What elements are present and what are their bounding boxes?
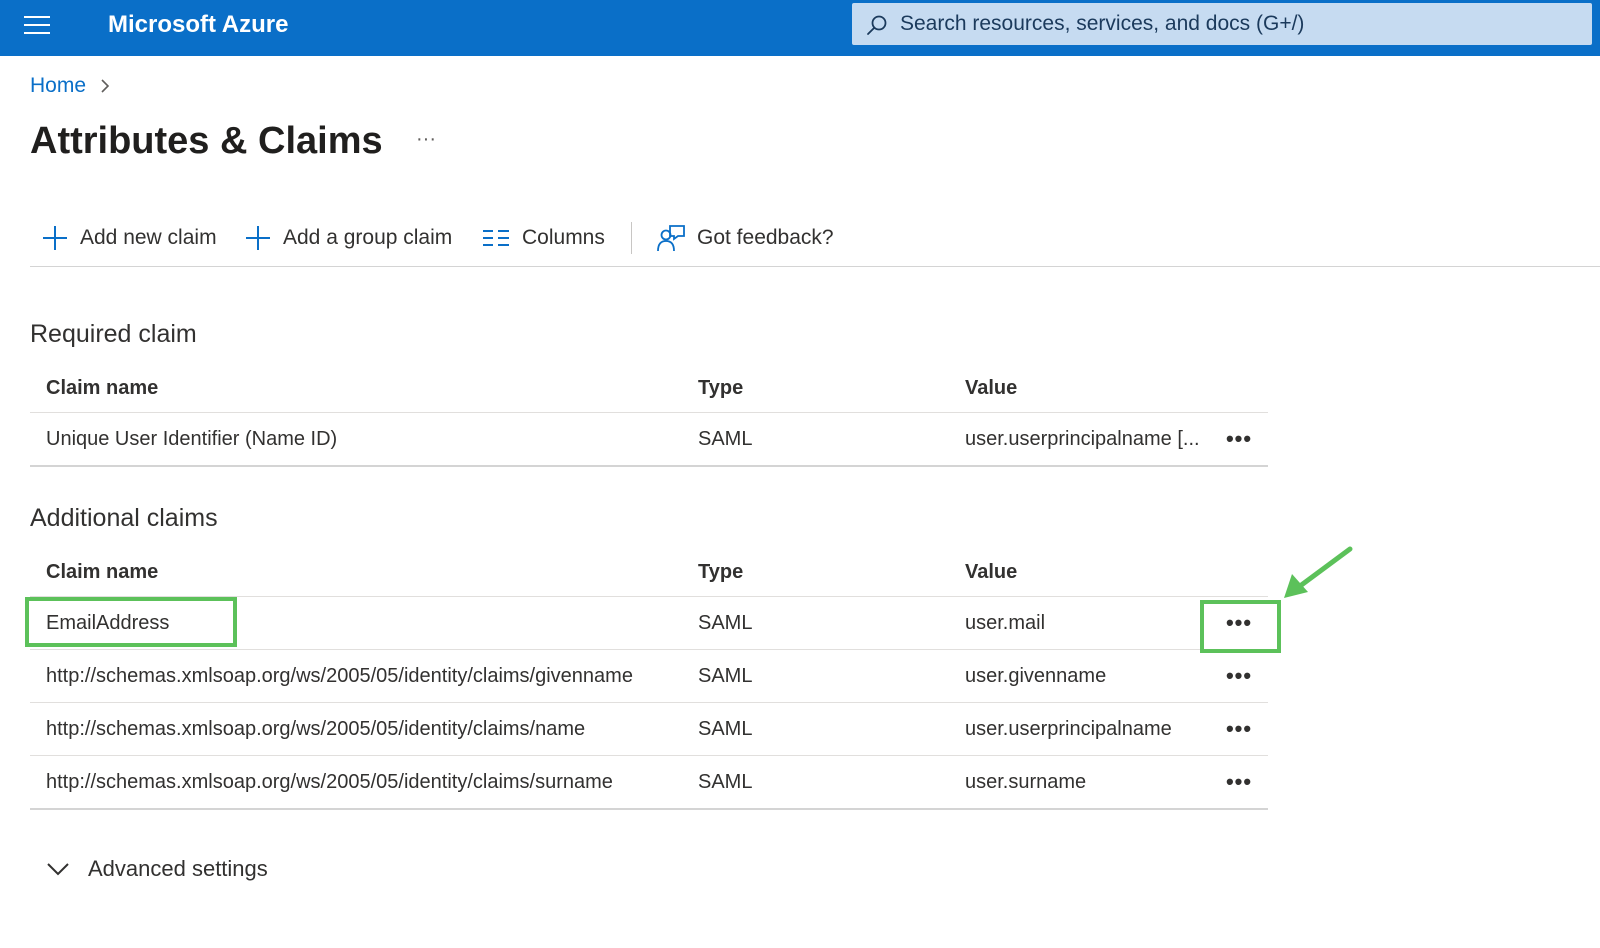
breadcrumb: Home [30,72,110,100]
claim-value: user.userprincipalname [965,717,1172,740]
claim-value: user.mail [965,611,1046,634]
column-header-type[interactable]: Type [698,364,743,412]
column-header-value[interactable]: Value [965,364,1017,412]
plus-icon [43,226,67,250]
column-header-type[interactable]: Type [698,548,743,596]
table-row[interactable]: http://schemas.xmlsoap.org/ws/2005/05/id… [30,756,1268,810]
columns-button[interactable]: Columns [482,220,605,256]
table-header-row: Claim name Type Value [30,364,1268,413]
claim-type: SAML [698,770,753,793]
add-new-claim-label: Add new claim [80,226,217,249]
claim-name: http://schemas.xmlsoap.org/ws/2005/05/id… [46,717,586,740]
claim-value: user.surname [965,770,1087,793]
row-more-options-icon[interactable]: ••• [1224,413,1254,465]
row-more-options-icon[interactable]: ••• [1224,703,1254,755]
brand-title[interactable]: Microsoft Azure [108,10,288,40]
command-bar: Add new claim Add a group claim Columns … [30,214,1600,267]
claim-name: http://schemas.xmlsoap.org/ws/2005/05/id… [46,770,613,793]
columns-icon [483,230,509,246]
row-more-options-icon[interactable]: ••• [1224,650,1254,702]
claim-name: http://schemas.xmlsoap.org/ws/2005/05/id… [46,664,633,687]
claim-name: Unique User Identifier (Name ID) [46,427,338,450]
got-feedback-button[interactable]: Got feedback? [657,220,834,256]
got-feedback-label: Got feedback? [697,226,834,249]
table-row[interactable]: Unique User Identifier (Name ID) SAML us… [30,413,1268,467]
additional-claims-title: Additional claims [30,504,218,532]
more-options-icon[interactable]: ··· [414,126,438,152]
add-new-claim-button[interactable]: Add new claim [42,220,217,256]
feedback-icon [657,225,685,252]
table-row[interactable]: http://schemas.xmlsoap.org/ws/2005/05/id… [30,650,1268,703]
toolbar-divider [631,222,632,254]
claim-type: SAML [698,664,753,687]
claim-type: SAML [698,611,753,634]
search-input[interactable] [900,3,1580,45]
claim-name: EmailAddress [46,611,170,634]
additional-claims-table: Claim name Type Value EmailAddress SAML … [30,548,1268,810]
search-box[interactable] [852,3,1592,45]
add-group-claim-button[interactable]: Add a group claim [245,220,452,256]
advanced-settings-toggle[interactable]: Advanced settings [46,852,268,886]
column-header-value[interactable]: Value [965,548,1017,596]
table-row[interactable]: EmailAddress SAML user.mail ••• [30,597,1268,650]
column-header-claim-name[interactable]: Claim name [46,548,158,596]
add-group-claim-label: Add a group claim [283,226,453,249]
claim-value: user.givenname [965,664,1107,687]
page-title: Attributes & Claims [30,120,383,162]
claim-type: SAML [698,427,753,450]
claim-value: user.userprincipalname [... [965,427,1200,450]
column-header-claim-name[interactable]: Claim name [46,364,158,412]
breadcrumb-home-link[interactable]: Home [30,74,86,98]
table-header-row: Claim name Type Value [30,548,1268,597]
claim-type: SAML [698,717,753,740]
top-bar: Microsoft Azure [0,0,1600,56]
table-row[interactable]: http://schemas.xmlsoap.org/ws/2005/05/id… [30,703,1268,756]
chevron-right-icon [101,79,110,93]
required-claim-table: Claim name Type Value Unique User Identi… [30,364,1268,467]
row-more-options-icon[interactable]: ••• [1224,597,1254,649]
required-claim-title: Required claim [30,320,197,348]
columns-label: Columns [522,226,605,249]
chevron-down-icon [47,863,69,876]
arrow-annotation-icon [1284,546,1353,598]
advanced-settings-label: Advanced settings [88,856,268,881]
row-more-options-icon[interactable]: ••• [1224,756,1254,808]
search-icon [867,15,887,35]
plus-icon [246,226,270,250]
hamburger-menu-icon[interactable] [24,14,50,36]
